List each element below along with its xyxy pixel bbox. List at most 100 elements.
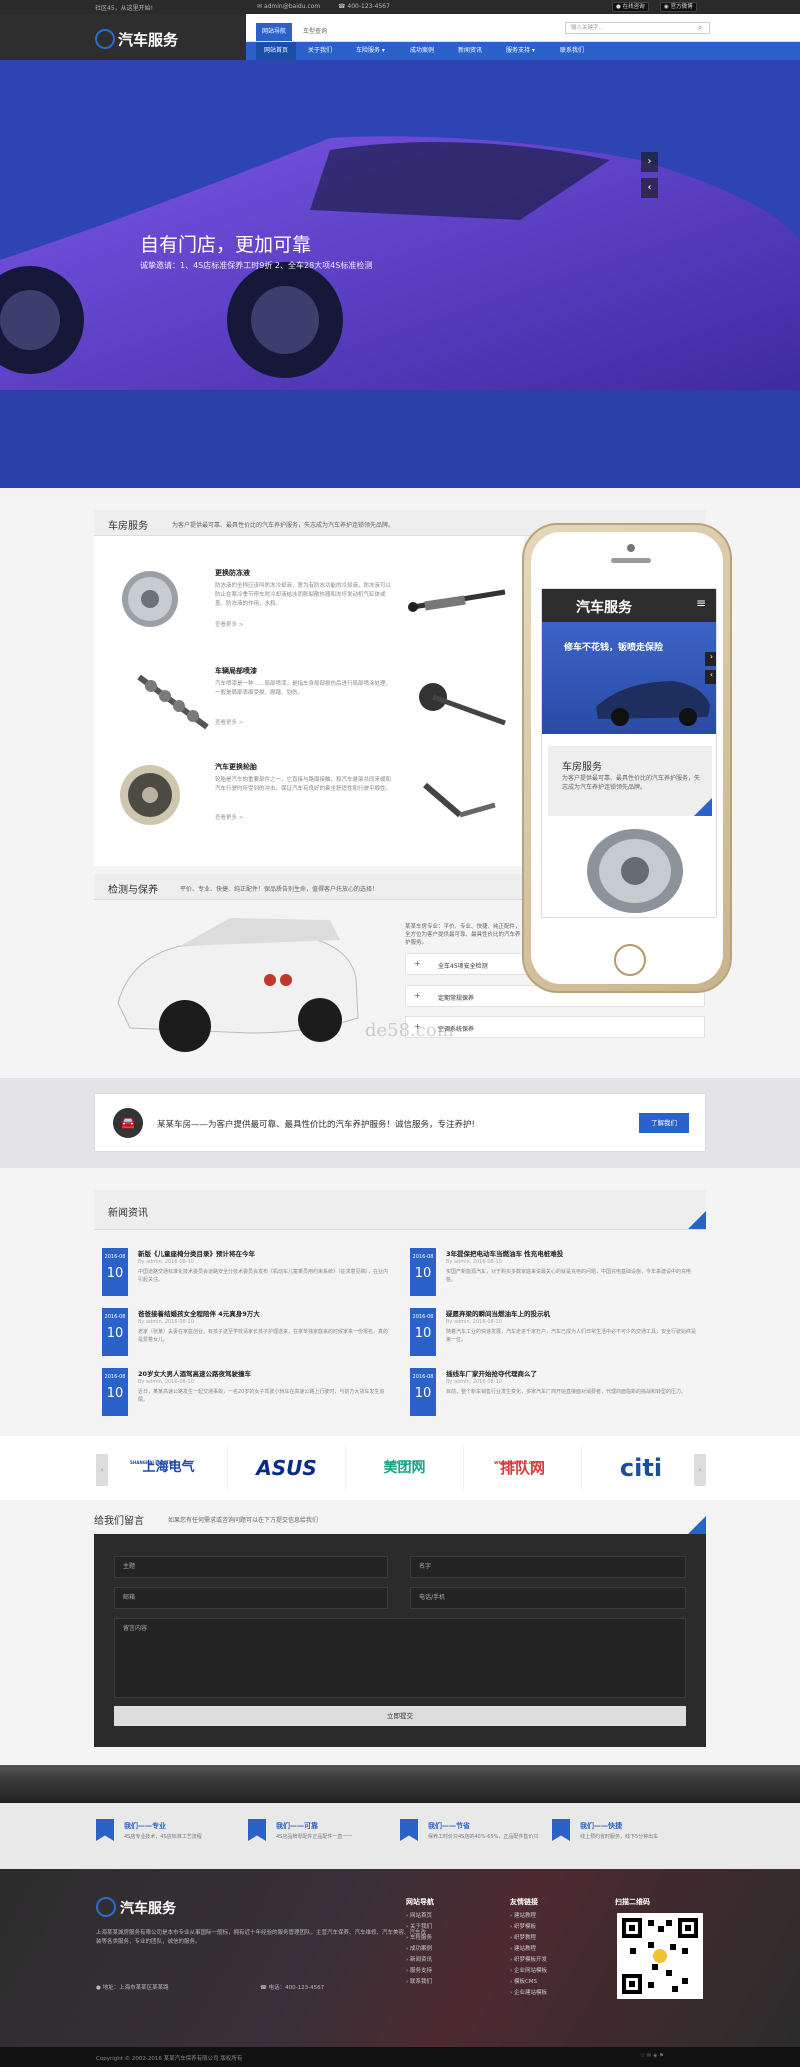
service-image-tensioner (112, 760, 188, 830)
phone-banner-car (596, 681, 710, 726)
phone-banner-text: 修车不花钱，钣喷走保险 (564, 643, 664, 653)
content-field[interactable]: 留言内容 (114, 1618, 686, 1698)
online-consult-button[interactable]: ● 在线咨询 (612, 2, 649, 12)
phone-link[interactable]: ☎ 400-123-4567 (338, 3, 390, 10)
qr-title: 扫描二维码 (615, 1898, 650, 1906)
footer-link[interactable]: › 服务支持 (406, 1966, 486, 1977)
service-more-3[interactable]: 查看更多 > (215, 813, 243, 821)
news-item[interactable]: 2016-08 10 疑愿弃梁的瞬间当燃油车上的投示机 By admin, 2016-… (410, 1308, 700, 1366)
promise-desc: 保养工时价只4S店的40%-65%，正品配件售价只 (428, 1834, 539, 1840)
name-field[interactable]: 名字 (410, 1556, 686, 1578)
phone-text: 400-123-4567 (347, 3, 390, 10)
news-date: 2016-08 10 (102, 1248, 128, 1296)
hero-prev-arrow[interactable]: ‹ (641, 178, 658, 198)
service-more-2[interactable]: 查看更多 > (215, 718, 243, 726)
search-input[interactable]: 输入关键字... (565, 22, 710, 34)
hero-next-arrow[interactable]: › (641, 152, 658, 172)
partner-logo-shanghai-electric[interactable]: 上海电气 SHANGHAI ELECTRIC (110, 1446, 228, 1490)
corner-decoration (694, 798, 712, 816)
header-tabs-row: 网站导航 车型查询 输入关键字... ⌕ (246, 14, 800, 42)
footer-link[interactable]: › 建站教程 (510, 1944, 600, 1955)
footer-links-title: 友情链接 (510, 1898, 538, 1906)
footer-link[interactable]: › 关于我们 (406, 1922, 486, 1933)
service-title-2[interactable]: 车辆局部喷漆 (215, 666, 257, 676)
logo[interactable]: 汽车服务 (0, 14, 246, 60)
page: { "topbar": { "welcome": "社区45，从这里开始!", … (0, 0, 800, 2067)
subject-field[interactable]: 主题 (114, 1556, 388, 1578)
nav-about[interactable]: 关于我们 (300, 42, 340, 60)
footer-link[interactable]: › 新闻资讯 (406, 1955, 486, 1966)
footer-link[interactable]: › 织梦教程 (510, 1933, 600, 1944)
phone-screen: 汽车服务 ≡ 修车不花钱，钣喷走保险 › ‹ 车房服务 为客户提供最可靠、最具性… (541, 588, 717, 918)
tab-car-search[interactable]: 车型查询 (297, 23, 333, 41)
tab-site-nav[interactable]: 网站导航 (256, 23, 293, 41)
service-title-3[interactable]: 汽车更换轮胎 (215, 762, 257, 772)
partner-sub: meituan.com (384, 1460, 421, 1466)
inspect-item-label: 全车45项安全检测 (438, 963, 488, 970)
decor-strip (0, 1765, 800, 1803)
about-us-button[interactable]: 了解我们 (639, 1113, 689, 1133)
partner-logo-citi[interactable]: citi (582, 1446, 700, 1490)
footer-friend-links: › 建站教程 › 织梦模板 › 织梦教程 › 建站教程 › 织梦模板开发 › 企业网站模板… (510, 1911, 600, 1999)
email-link[interactable]: ✉ admin@baidu.com (257, 3, 320, 10)
footer-link[interactable]: › 成功案例 (406, 1944, 486, 1955)
footer-link[interactable]: › 网站首页 (406, 1911, 486, 1922)
news-title[interactable]: 疑愿弃梁的瞬间当燃油车上的投示机 (446, 1308, 696, 1318)
footer-link[interactable]: › 模板CMS (510, 1977, 600, 1988)
weibo-label: 官方微博 (670, 4, 693, 10)
plus-icon: + (414, 991, 421, 1000)
partner-logo-asus[interactable]: ASUS (228, 1446, 346, 1490)
submit-button[interactable]: 立即提交 (114, 1706, 686, 1726)
footer-link[interactable]: › 联系我们 (406, 1977, 486, 1988)
email-field[interactable]: 邮箱 (114, 1587, 388, 1609)
footer-link[interactable]: › 织梦模板 (510, 1922, 600, 1933)
copyright-text: Copyright © 2002-2016 某某汽车保养有限公司 版权所有 (96, 2056, 243, 2062)
news-date-day: 10 (106, 1386, 124, 1401)
footer-link[interactable]: › 企业网站模板 (510, 1966, 600, 1977)
footer-link[interactable]: › 车险服务 (406, 1933, 486, 1944)
news-desc: 随着汽车工业的快速发展，汽车走进千家万户，汽车已成为人们日常生活中必不可少的交通… (446, 1329, 696, 1343)
corner-decoration (688, 1516, 706, 1534)
hero-car-image (0, 60, 800, 488)
nav-service[interactable]: 车险服务 ▾ (348, 42, 393, 60)
news-meta: By admin, 2016-08-10 (138, 1319, 194, 1325)
partners-strip: ‹ › 上海电气 SHANGHAI ELECTRIC ASUS 美团网 meitua… (0, 1436, 800, 1500)
footer-link[interactable]: › 企业建站模板 (510, 1988, 600, 1999)
nav-cases[interactable]: 成功案例 (402, 42, 442, 60)
news-item[interactable]: 2016-08 10 新版《儿童座椅分类目录》预计将在今年 By admin, 201… (102, 1248, 392, 1306)
news-date: 2016-08 10 (102, 1308, 128, 1356)
nav-contact[interactable]: 联系我们 (552, 42, 592, 60)
phone-field[interactable]: 电话/手机 (410, 1587, 686, 1609)
footer-link[interactable]: › 建站教程 (510, 1911, 600, 1922)
partner-logo-meituan[interactable]: 美团网 meituan.com (346, 1446, 464, 1490)
footer-link[interactable]: › 织梦模板开发 (510, 1955, 600, 1966)
news-item[interactable]: 2016-08 10 3年提保把电动车当燃油车 性充电桩难投 By admin, 20… (410, 1248, 700, 1306)
news-item[interactable]: 2016-08 10 插线车厂家开始抢夺代理商么了 By admin, 2016-08… (410, 1368, 700, 1426)
news-item[interactable]: 2016-08 10 20岁女大男人酒驾高速公路夜驾驶撞车 By admin, 201… (102, 1368, 392, 1426)
nav-support[interactable]: 服务支持 ▾ (498, 42, 543, 60)
news-item[interactable]: 2016-08 10 爸爸接着结婚孩女全程陪伴 4元真身9万大 By admin, 2… (102, 1308, 392, 1366)
service-more-1[interactable]: 查看更多 > (215, 620, 243, 628)
news-title[interactable]: 20岁女大男人酒驾高速公路夜驾驶撞车 (138, 1368, 388, 1378)
partner-logo-paidui[interactable]: 排队网 www.paidui.com (464, 1446, 582, 1490)
news-title[interactable]: 新版《儿童座椅分类目录》预计将在今年 (138, 1248, 388, 1258)
news-title[interactable]: 3年提保把电动车当燃油车 性充电桩难投 (446, 1248, 696, 1258)
search-icon[interactable]: ⌕ (698, 23, 702, 33)
phone-prev-arrow[interactable]: ‹ (705, 670, 716, 684)
service-image-camshaft (135, 665, 211, 735)
news-title[interactable]: 插线车厂家开始抢夺代理商么了 (446, 1368, 696, 1378)
service-desc-1: 防冻液的全称应该叫防冻冷却液，意为有防冻功能的冷却液，防冻液可以防止在寒冷季节停… (215, 583, 392, 607)
weibo-button[interactable]: ◉ 官方微博 (660, 2, 697, 12)
nav-home[interactable]: 网站首页 (256, 42, 297, 60)
phone-pulley-image (587, 829, 683, 913)
partners-prev-arrow[interactable]: ‹ (96, 1454, 108, 1486)
news-title[interactable]: 爸爸接着结婚孩女全程陪伴 4元真身9万大 (138, 1308, 388, 1318)
phone-next-arrow[interactable]: › (705, 652, 716, 666)
service-title-1[interactable]: 更换防冻液 (215, 568, 250, 578)
social-icons[interactable]: ☆ ✉ ◈ ⚑ (640, 2053, 664, 2059)
phone-camera (627, 544, 635, 552)
promise-title: 我们——专业 (124, 1822, 166, 1830)
news-date-year: 2016-08 (412, 1314, 434, 1320)
nav-news[interactable]: 新闻资讯 (450, 42, 490, 60)
service-desc-2: 汽车喷漆是一种……局部喷漆，是指车身局部损伤后进行局部喷涂处理，一般是局部表面受… (215, 681, 392, 696)
